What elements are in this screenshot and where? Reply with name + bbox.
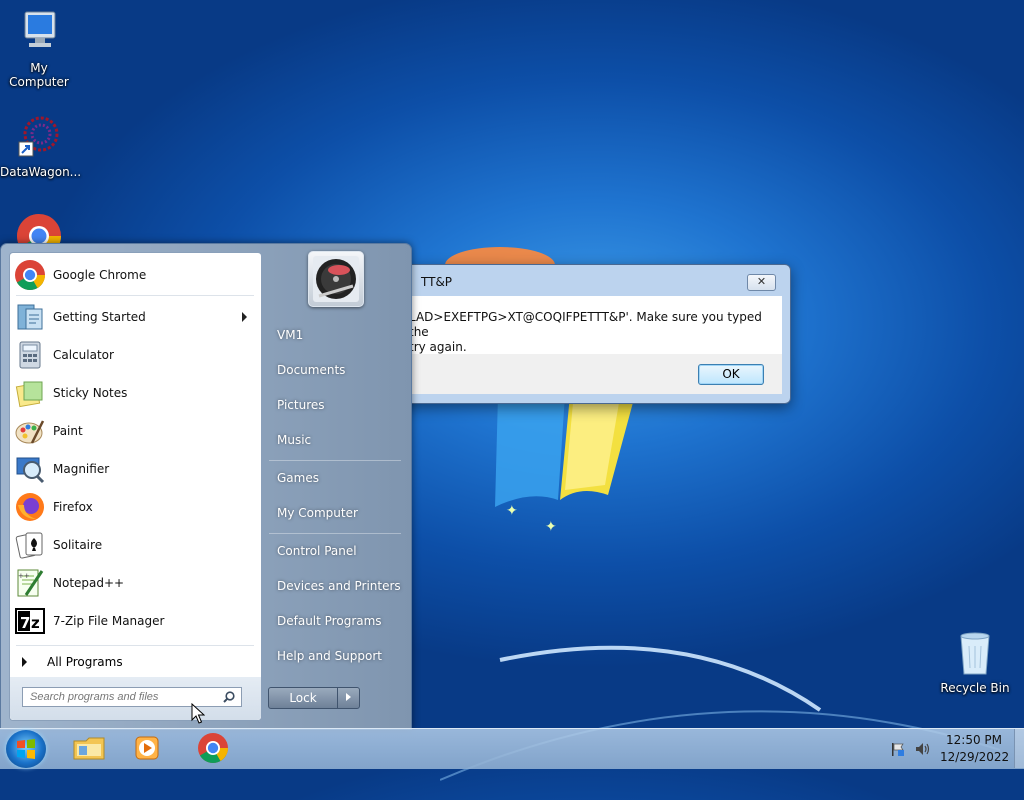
chrome-icon bbox=[15, 260, 46, 291]
program-label: Google Chrome bbox=[53, 268, 147, 282]
media-player-icon bbox=[135, 736, 159, 760]
show-desktop-button[interactable] bbox=[1014, 729, 1024, 768]
start-link-games[interactable]: Games bbox=[269, 464, 404, 492]
start-link-help-support[interactable]: Help and Support bbox=[269, 642, 404, 670]
dialog-title: TT&P bbox=[421, 275, 453, 289]
program-solitaire[interactable]: Solitaire bbox=[12, 527, 259, 563]
svg-text:✦: ✦ bbox=[545, 519, 557, 535]
all-programs-button[interactable]: All Programs bbox=[12, 649, 259, 675]
windows-logo-icon bbox=[17, 739, 35, 759]
start-link-vm1[interactable]: VM1 bbox=[269, 321, 404, 349]
program-label: Notepad++ bbox=[53, 576, 125, 590]
dialog-footer: OK bbox=[399, 354, 782, 394]
windows-explorer-icon bbox=[73, 737, 105, 760]
dialog-close-button[interactable]: ✕ bbox=[747, 274, 776, 291]
program-paint[interactable]: Paint bbox=[12, 413, 259, 449]
desktop-icon-label: DataWagon... bbox=[0, 165, 82, 179]
program-calculator[interactable]: Calculator bbox=[12, 337, 259, 373]
program-notepadpp[interactable]: ++ Notepad++ bbox=[12, 565, 259, 601]
clock-date[interactable]: 12/29/2022 bbox=[940, 750, 1009, 764]
separator bbox=[16, 645, 254, 646]
program-sticky-notes[interactable]: Sticky Notes bbox=[12, 375, 259, 411]
program-label: Magnifier bbox=[53, 462, 110, 476]
lock-button[interactable]: Lock bbox=[268, 687, 360, 709]
program-label: Solitaire bbox=[53, 538, 103, 552]
separator bbox=[269, 460, 401, 461]
datawagon-desktop-icon[interactable]: DataWagon... bbox=[0, 112, 82, 179]
error-dialog: TT&P ✕ LAD>EXEFTPG>XT@COQIFPETTT&P'. Mak… bbox=[390, 264, 791, 404]
expand-arrow-icon bbox=[22, 657, 27, 667]
sticky-notes-icon bbox=[15, 381, 43, 408]
program-google-chrome[interactable]: Google Chrome bbox=[12, 257, 259, 293]
user-avatar[interactable] bbox=[308, 251, 364, 307]
separator bbox=[16, 295, 254, 296]
sevenzip-icon: 7 z bbox=[15, 608, 45, 634]
dialog-message-line: try again. bbox=[409, 340, 467, 354]
getting-started-icon bbox=[17, 304, 43, 330]
start-link-my-computer[interactable]: My Computer bbox=[269, 499, 404, 527]
start-menu-programs-pane: Google Chrome Getting Started Calculator bbox=[9, 252, 262, 721]
clock-time[interactable]: 12:50 PM bbox=[940, 733, 1008, 747]
program-label: 7-Zip File Manager bbox=[53, 614, 165, 628]
program-label: Getting Started bbox=[53, 310, 146, 324]
start-link-pictures[interactable]: Pictures bbox=[269, 391, 404, 419]
datawagon-icon bbox=[18, 116, 59, 157]
svg-text:z: z bbox=[31, 614, 40, 632]
dialog-message: LAD>EXEFTPG>XT@COQIFPETTT&P'. Make sure … bbox=[409, 310, 769, 355]
separator bbox=[269, 533, 401, 534]
calculator-icon bbox=[19, 341, 41, 369]
program-magnifier[interactable]: Magnifier bbox=[12, 451, 259, 487]
program-label: Paint bbox=[53, 424, 83, 438]
desktop-icon-label: My Computer bbox=[9, 61, 69, 89]
desktop-icon-label: Recycle Bin bbox=[940, 681, 1010, 695]
lock-label: Lock bbox=[289, 691, 317, 705]
dialog-message-line: LAD>EXEFTPG>XT@COQIFPETTT&P'. Make sure … bbox=[409, 310, 762, 339]
taskbar-media-player[interactable] bbox=[124, 729, 170, 767]
solitaire-icon bbox=[15, 532, 43, 559]
action-center-flag-icon[interactable] bbox=[890, 741, 906, 757]
start-menu: Google Chrome Getting Started Calculator bbox=[0, 243, 412, 730]
dialog-body: LAD>EXEFTPG>XT@COQIFPETTT&P'. Make sure … bbox=[399, 296, 782, 354]
svg-text:✦: ✦ bbox=[506, 503, 518, 519]
svg-text:++: ++ bbox=[18, 572, 30, 580]
svg-text:7: 7 bbox=[20, 614, 30, 632]
taskbar-chrome[interactable] bbox=[190, 729, 236, 767]
program-getting-started[interactable]: Getting Started bbox=[12, 299, 259, 335]
start-link-control-panel[interactable]: Control Panel bbox=[269, 537, 404, 565]
chrome-icon bbox=[198, 733, 228, 764]
program-firefox[interactable]: Firefox bbox=[12, 489, 259, 525]
shutdown-options-arrow-icon[interactable] bbox=[337, 688, 359, 708]
magnifier-icon bbox=[16, 457, 45, 484]
start-link-music[interactable]: Music bbox=[269, 426, 404, 454]
all-programs-label: All Programs bbox=[47, 655, 123, 669]
notepadpp-icon: ++ bbox=[17, 569, 44, 597]
recycle-bin-desktop-icon[interactable]: Recycle Bin bbox=[936, 628, 1014, 695]
program-label: Sticky Notes bbox=[53, 386, 128, 400]
search-icon[interactable] bbox=[223, 691, 235, 703]
volume-icon[interactable] bbox=[914, 741, 932, 757]
mouse-cursor-icon bbox=[191, 703, 205, 724]
program-7zip[interactable]: 7 z 7-Zip File Manager bbox=[12, 603, 259, 639]
start-link-devices-printers[interactable]: Devices and Printers bbox=[269, 572, 404, 600]
submenu-arrow-icon bbox=[242, 312, 247, 322]
search-area bbox=[10, 677, 261, 720]
start-button[interactable] bbox=[6, 730, 46, 768]
taskbar-windows-explorer[interactable] bbox=[66, 729, 112, 767]
my-computer-desktop-icon[interactable]: My Computer bbox=[0, 8, 78, 89]
program-label: Firefox bbox=[53, 500, 93, 514]
start-link-documents[interactable]: Documents bbox=[269, 356, 404, 384]
search-input[interactable] bbox=[22, 687, 242, 707]
start-link-default-programs[interactable]: Default Programs bbox=[269, 607, 404, 635]
recycle-bin-icon bbox=[960, 632, 990, 675]
firefox-icon bbox=[16, 493, 44, 521]
computer-icon bbox=[24, 11, 56, 47]
program-label: Calculator bbox=[53, 348, 114, 362]
paint-icon bbox=[15, 420, 45, 444]
ok-button[interactable]: OK bbox=[698, 364, 764, 385]
